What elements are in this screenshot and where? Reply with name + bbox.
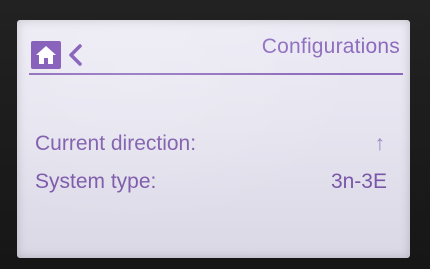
back-button[interactable]	[65, 43, 87, 67]
header-divider	[29, 73, 403, 75]
page-title: Configurations	[261, 35, 400, 58]
device-bezel: Configurations Current direction: ↑ Syst…	[0, 0, 430, 269]
current-direction-value: ↑	[374, 132, 386, 155]
current-direction-label: Current direction:	[35, 132, 197, 155]
chevron-left-icon	[69, 44, 82, 66]
system-type-value: 3n-3E	[330, 170, 387, 193]
display-screen: Configurations Current direction: ↑ Syst…	[17, 20, 410, 258]
home-button[interactable]	[31, 41, 61, 69]
home-icon	[36, 46, 56, 64]
system-type-label: System type:	[35, 170, 157, 193]
